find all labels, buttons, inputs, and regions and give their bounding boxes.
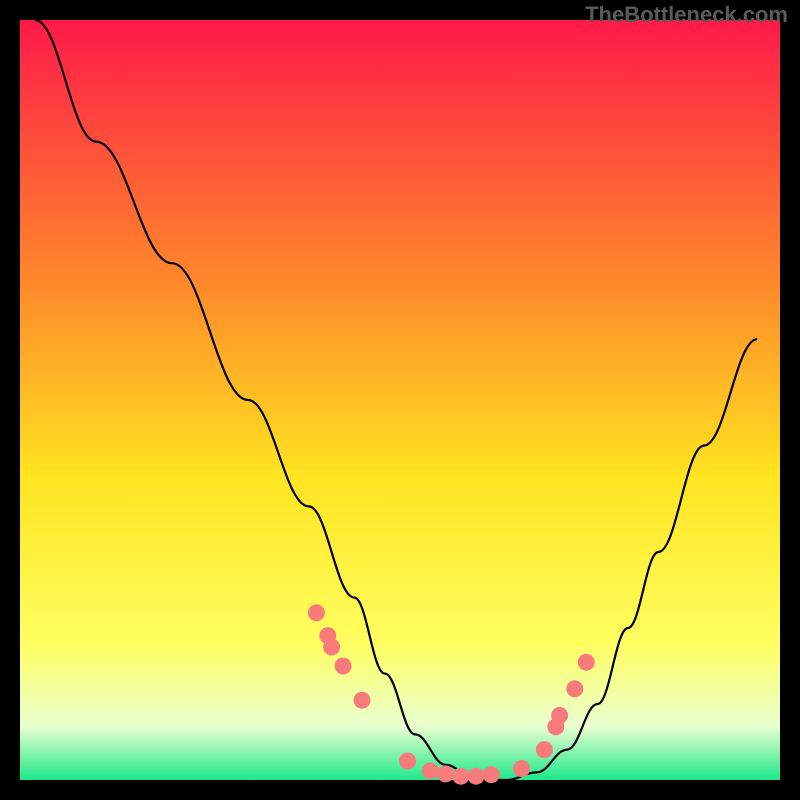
marker-point [452, 768, 469, 785]
marker-point [323, 639, 340, 656]
marker-point [513, 760, 530, 777]
marker-point [551, 707, 568, 724]
marker-point [354, 692, 371, 709]
marker-point [335, 658, 352, 675]
marker-point [437, 765, 454, 782]
marker-point [422, 762, 439, 779]
marker-point [483, 766, 500, 783]
marker-point [566, 680, 583, 697]
marker-point [399, 753, 416, 770]
bottleneck-chart [0, 0, 800, 800]
watermark-text: TheBottleneck.com [585, 2, 788, 28]
marker-point [536, 741, 553, 758]
marker-point [578, 654, 595, 671]
marker-point [468, 768, 485, 785]
gradient-background [20, 20, 780, 780]
marker-point [308, 604, 325, 621]
chart-svg [0, 0, 800, 800]
